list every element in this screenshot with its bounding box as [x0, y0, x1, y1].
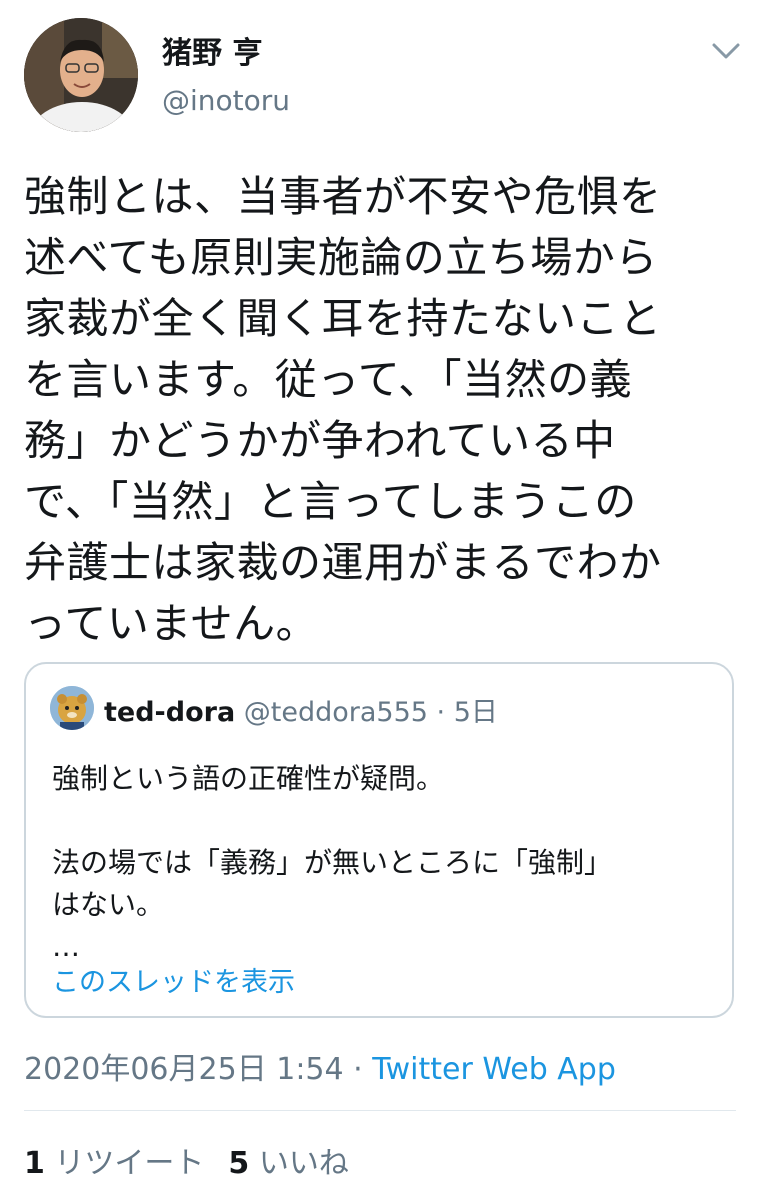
retweets-label: リツイート [54, 1146, 205, 1181]
likes-stat[interactable]: 5 いいね [228, 1146, 348, 1181]
retweets-count: 1 [24, 1146, 45, 1181]
quoted-author-avatar [50, 686, 94, 730]
quoted-tweet-card[interactable]: ted-dora @teddora555 · 5日 強制という語の正確性が疑問。… [24, 662, 734, 1018]
meta-separator: · [353, 1052, 363, 1087]
quoted-tweet-time: 5日 [453, 697, 498, 728]
retweets-stat[interactable]: 1 リツイート [24, 1146, 204, 1181]
quoted-author-handle: @teddora555 [243, 697, 428, 728]
quoted-tweet-text: 強制という語の正確性が疑問。 法の場では「義務」が無いところに「強制」 はない。… [52, 762, 613, 963]
divider [24, 1110, 736, 1111]
quoted-author-name: ted-dora [104, 697, 236, 728]
header-separator: · [436, 697, 446, 728]
author-handle[interactable]: @inotoru [162, 84, 290, 117]
quoted-tweet-header: ted-dora @teddora555 · 5日 [104, 690, 498, 729]
chevron-down-icon[interactable] [706, 38, 746, 64]
tweet-timestamp[interactable]: 2020年06月25日 1:54 [24, 1052, 344, 1087]
author-avatar[interactable] [24, 18, 138, 132]
likes-count: 5 [228, 1146, 250, 1181]
likes-label: いいね [258, 1146, 349, 1181]
show-thread-link[interactable]: このスレッドを表示 [52, 960, 295, 999]
tweet-stats: 1 リツイート 5 いいね [24, 1138, 349, 1182]
tweet-text: 強制とは、当事者が不安や危惧を 述べても原則実施論の立ち場から 家裁が全く聞く耳… [24, 172, 662, 648]
tweet-meta: 2020年06月25日 1:54 · Twitter Web App [24, 1044, 616, 1088]
tweet-source-link[interactable]: Twitter Web App [372, 1052, 616, 1087]
author-display-name[interactable]: 猪野 亨 [162, 28, 262, 72]
